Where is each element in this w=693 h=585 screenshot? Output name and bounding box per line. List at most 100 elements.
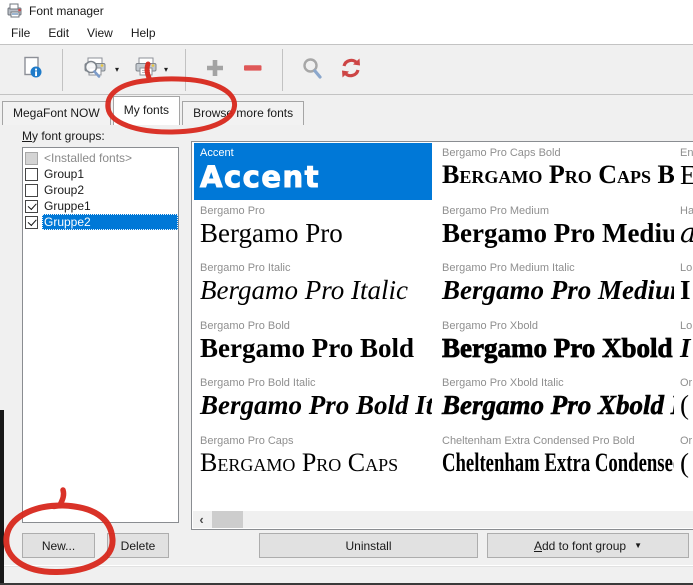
scrollbar-thumb[interactable] bbox=[212, 511, 243, 528]
checkbox-unchecked-icon[interactable] bbox=[25, 168, 38, 181]
toolbar: ▾▾ bbox=[0, 44, 693, 95]
minus-icon bbox=[241, 56, 265, 83]
dropdown-arrow-icon[interactable]: ▾ bbox=[115, 65, 119, 74]
menu-bar: FileEditViewHelp bbox=[0, 22, 693, 44]
font-cell-bergamo-pro-medium[interactable]: Bergamo Pro MediumBergamo Pro Medium bbox=[436, 201, 674, 258]
print-preview-button[interactable]: ▾ bbox=[73, 49, 126, 91]
font-group-item-installed-fonts[interactable]: <Installed fonts> bbox=[23, 150, 178, 166]
font-cell-bergamo-pro-caps-bold[interactable]: Bergamo Pro Caps BoldBergamo Pro Caps Bo… bbox=[436, 143, 674, 200]
font-cell-en[interactable]: EnE bbox=[674, 143, 693, 200]
font-cell-accent[interactable]: AccentAccent bbox=[194, 143, 432, 200]
font-name-label: Bergamo Pro Caps Bold bbox=[442, 147, 674, 159]
font-name-label: Bergamo Pro Bold bbox=[200, 320, 432, 332]
tab-strip: MegaFont NOWMy fontsBrowse more fonts bbox=[2, 95, 306, 125]
tab-megafont-now[interactable]: MegaFont NOW bbox=[2, 101, 111, 125]
font-name-label: Or bbox=[680, 435, 693, 447]
toolbar-separator bbox=[62, 49, 63, 91]
new-group-button[interactable]: New... bbox=[22, 533, 95, 558]
font-cell-cheltenham-extra-condensed-pro-bold[interactable]: Cheltenham Extra Condensed Pro BoldChelt… bbox=[436, 431, 674, 488]
font-info-button[interactable] bbox=[12, 49, 52, 91]
font-cell-bergamo-pro-xbold-italic[interactable]: Bergamo Pro Xbold ItalicBergamo Pro Xbol… bbox=[436, 373, 674, 430]
app-icon bbox=[7, 2, 23, 21]
font-preview-sample: I bbox=[680, 274, 693, 308]
menu-item-edit[interactable]: Edit bbox=[39, 23, 78, 43]
add-to-font-group-button[interactable]: Add to font group▼ bbox=[487, 533, 689, 558]
font-group-item-gruppe2[interactable]: Gruppe2 bbox=[23, 214, 178, 230]
font-preview-sample: ( bbox=[680, 389, 693, 423]
font-preview-sample: I bbox=[680, 332, 693, 366]
menu-item-help[interactable]: Help bbox=[122, 23, 165, 43]
font-group-name: Gruppe2 bbox=[42, 214, 178, 230]
add-to-font-group-label: Add to font group bbox=[534, 539, 626, 553]
font-name-label: Bergamo Pro bbox=[200, 205, 432, 217]
font-name-label: Bergamo Pro Italic bbox=[200, 262, 432, 274]
menu-item-view[interactable]: View bbox=[78, 23, 122, 43]
font-cell-lo[interactable]: LoI bbox=[674, 258, 693, 315]
font-cell-bergamo-pro-bold[interactable]: Bergamo Pro BoldBergamo Pro Bold bbox=[194, 316, 432, 373]
scroll-left-arrow-icon[interactable]: ‹ bbox=[193, 511, 210, 528]
font-preview-sample: Bergamo Pro Caps Bold bbox=[442, 159, 674, 192]
font-preview-sample: E bbox=[680, 159, 693, 193]
add-fonts-button[interactable] bbox=[196, 49, 234, 91]
titlebar: Font manager bbox=[0, 0, 693, 22]
remove-fonts-button[interactable] bbox=[234, 49, 272, 91]
checkbox-disabled-icon[interactable] bbox=[25, 152, 38, 165]
font-name-label: Or bbox=[680, 377, 693, 389]
font-group-item-gruppe1[interactable]: Gruppe1 bbox=[23, 198, 178, 214]
tab-browse-more-fonts[interactable]: Browse more fonts bbox=[182, 101, 304, 125]
font-group-item-group1[interactable]: Group1 bbox=[23, 166, 178, 182]
font-preview-sample: Bergamo Pro bbox=[200, 217, 432, 251]
font-cell-bergamo-pro[interactable]: Bergamo ProBergamo Pro bbox=[194, 201, 432, 258]
refresh-icon bbox=[338, 56, 364, 83]
font-name-label: Lo bbox=[680, 262, 693, 274]
horizontal-scrollbar[interactable]: ‹ bbox=[193, 511, 693, 528]
font-preview-sample: Bergamo Pro Medium Italic bbox=[442, 274, 674, 308]
font-cell-ha[interactable]: Haa bbox=[674, 201, 693, 258]
uninstall-button[interactable]: Uninstall bbox=[259, 533, 478, 558]
font-cell-or[interactable]: Or( bbox=[674, 431, 693, 488]
font-name-label: Bergamo Pro Caps bbox=[200, 435, 432, 447]
window-left-edge bbox=[0, 410, 4, 585]
font-group-item-group2[interactable]: Group2 bbox=[23, 182, 178, 198]
printer-icon bbox=[133, 55, 159, 84]
font-cell-bergamo-pro-caps[interactable]: Bergamo Pro CapsBergamo Pro Caps bbox=[194, 431, 432, 488]
font-preview-sample: Bergamo Pro Bold bbox=[200, 332, 432, 366]
font-preview-sample: Accent bbox=[200, 159, 432, 195]
font-preview-sample: Bergamo Pro Xbold Italic bbox=[442, 389, 674, 423]
font-name-label: Lo bbox=[680, 320, 693, 332]
font-preview-sample: Cheltenham Extra Condensed Pro Bold bbox=[442, 447, 674, 480]
font-groups-list: <Installed fonts>Group1Group2Gruppe1Grup… bbox=[22, 147, 179, 523]
font-group-name: Group1 bbox=[42, 166, 178, 182]
font-cell-or[interactable]: Or( bbox=[674, 373, 693, 430]
print-preview-icon bbox=[80, 55, 110, 84]
menu-item-file[interactable]: File bbox=[2, 23, 39, 43]
font-group-name: Group2 bbox=[42, 182, 178, 198]
font-cell-bergamo-pro-italic[interactable]: Bergamo Pro ItalicBergamo Pro Italic bbox=[194, 258, 432, 315]
font-manager-window: Font manager FileEditViewHelp ▾▾ MegaFon… bbox=[0, 0, 693, 585]
font-preview-grid: ‹ AccentAccentBergamo Pro Caps BoldBerga… bbox=[191, 141, 693, 530]
font-preview-sample: Bergamo Pro Xbold bbox=[442, 332, 674, 366]
checkbox-checked-icon[interactable] bbox=[25, 200, 38, 213]
font-cell-bergamo-pro-medium-italic[interactable]: Bergamo Pro Medium ItalicBergamo Pro Med… bbox=[436, 258, 674, 315]
document-info-icon bbox=[19, 55, 45, 84]
font-cell-lo[interactable]: LoI bbox=[674, 316, 693, 373]
toolbar-separator bbox=[282, 49, 283, 91]
font-name-label: En bbox=[680, 147, 693, 159]
checkbox-checked-icon[interactable] bbox=[25, 216, 38, 229]
font-name-label: Ha bbox=[680, 205, 693, 217]
dropdown-arrow-icon[interactable]: ▾ bbox=[164, 65, 168, 74]
font-name-label: Bergamo Pro Bold Italic bbox=[200, 377, 432, 389]
search-button[interactable] bbox=[293, 49, 331, 91]
font-preview-sample: Bergamo Pro Italic bbox=[200, 274, 432, 308]
tab-my-fonts[interactable]: My fonts bbox=[113, 96, 180, 125]
font-name-label: Cheltenham Extra Condensed Pro Bold bbox=[442, 435, 674, 447]
font-cell-bergamo-pro-xbold[interactable]: Bergamo Pro XboldBergamo Pro Xbold bbox=[436, 316, 674, 373]
refresh-button[interactable] bbox=[331, 49, 371, 91]
font-cell-bergamo-pro-bold-italic[interactable]: Bergamo Pro Bold ItalicBergamo Pro Bold … bbox=[194, 373, 432, 430]
plus-icon bbox=[203, 56, 227, 83]
print-button[interactable]: ▾ bbox=[126, 49, 175, 91]
delete-group-button[interactable]: Delete bbox=[107, 533, 169, 558]
toolbar-separator bbox=[185, 49, 186, 91]
font-preview-sample: Bergamo Pro Bold Italic bbox=[200, 389, 432, 423]
checkbox-unchecked-icon[interactable] bbox=[25, 184, 38, 197]
